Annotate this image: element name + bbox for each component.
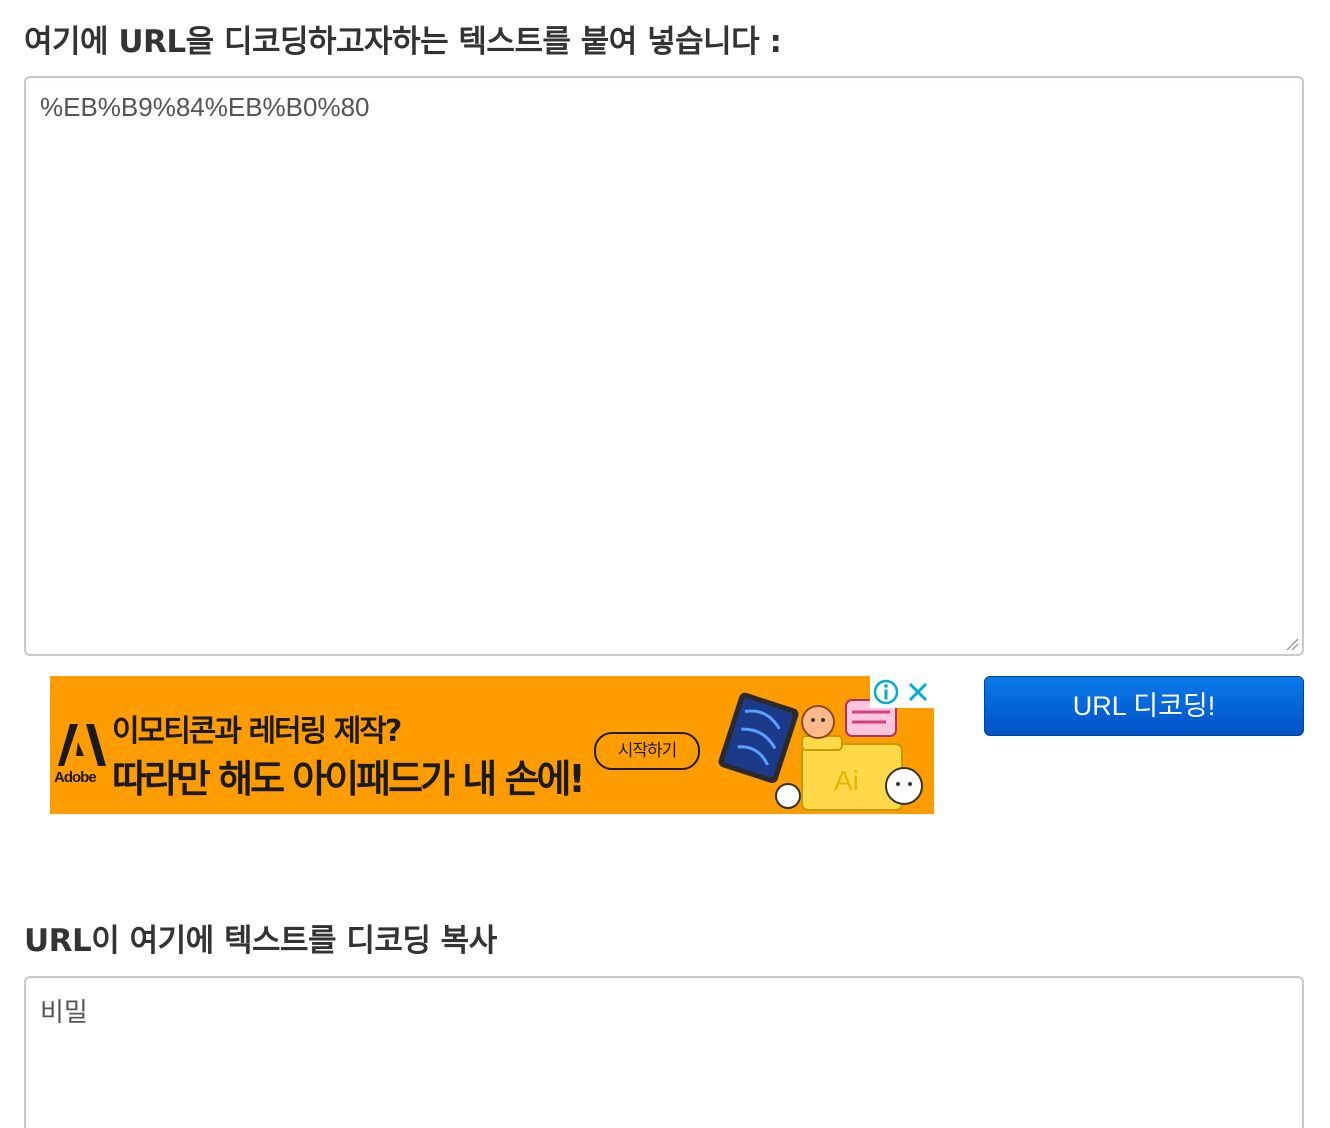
ad-headline-2: 따라만 해도 아이패드가 내 손에! (112, 757, 586, 801)
input-text: %EB%B9%84%EB%B0%80 (40, 92, 370, 122)
ad-start-button[interactable]: 시작하기 (594, 732, 700, 770)
ad-headline-1: 이모티콘과 레터링 제작? (112, 714, 402, 749)
input-heading: 여기에 URL을 디코딩하고자하는 텍스트를 붙여 넣습니다 : (24, 24, 782, 60)
output-textarea[interactable]: 비밀 (24, 976, 1304, 1128)
ad-art-text: Ai (834, 765, 859, 796)
input-textarea[interactable]: %EB%B9%84%EB%B0%80 (24, 76, 1304, 656)
resize-grip-icon[interactable] (1285, 637, 1299, 651)
page: 여기에 URL을 디코딩하고자하는 텍스트를 붙여 넣습니다 : %EB%B9%… (0, 0, 1330, 1128)
output-text: 비밀 (40, 997, 88, 1027)
info-icon[interactable] (870, 676, 902, 708)
ad-brand: Adobe (54, 769, 97, 786)
url-decode-button[interactable]: URL 디코딩! (984, 676, 1304, 736)
advertisement-banner[interactable]: Adobe 이모티콘과 레터링 제작? 따라만 해도 아이패드가 내 손에! 시… (50, 676, 934, 814)
output-heading: URL이 여기에 텍스트를 디코딩 복사 (24, 923, 497, 959)
close-icon[interactable] (902, 676, 934, 708)
